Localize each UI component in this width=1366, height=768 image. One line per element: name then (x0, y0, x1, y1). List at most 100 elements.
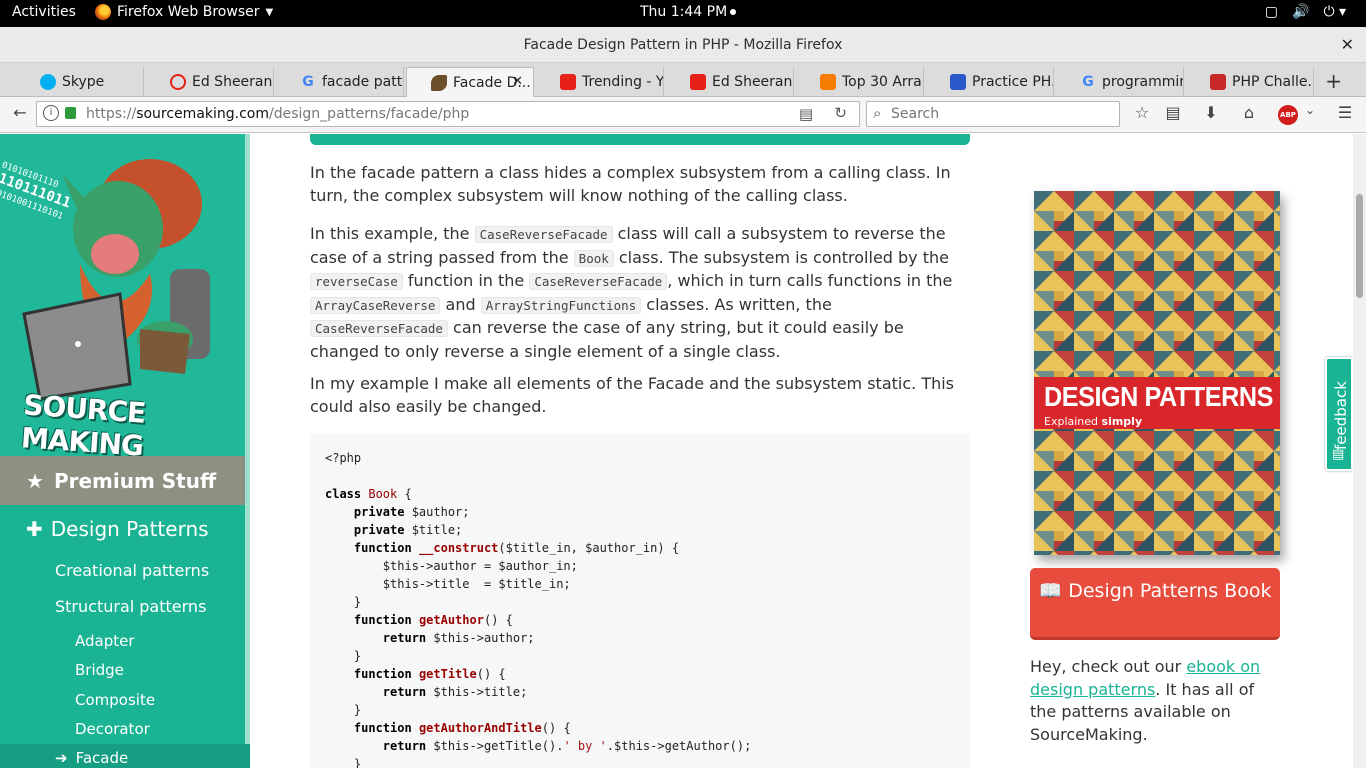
activities-button[interactable]: Activities (12, 4, 76, 20)
sidebar-item-adapter[interactable]: Adapter (75, 632, 135, 650)
static-note-paragraph: In my example I make all elements of the… (310, 374, 955, 416)
sidebar-item-creational[interactable]: Creational patterns (55, 561, 209, 580)
search-box[interactable]: ⌕ (866, 101, 1120, 127)
chevron-down-icon[interactable]: ⌄ (1298, 103, 1322, 127)
tab-practice-php[interactable]: Practice PH... (926, 67, 1054, 97)
code-line: function getTitle() { (353, 667, 506, 681)
code-line: } (325, 703, 362, 717)
reader-view-icon[interactable]: ▤ (799, 105, 813, 123)
feedback-tab[interactable]: feedback ▤ (1325, 357, 1353, 471)
hamburger-menu-icon[interactable]: ☰ (1333, 103, 1357, 127)
scrollbar-thumb[interactable] (1356, 194, 1363, 298)
example-paragraph: In this example, the CaseReverseFacade c… (310, 224, 953, 361)
close-window-button[interactable]: ✕ (1341, 35, 1354, 54)
window-title: Facade Design Pattern in PHP - Mozilla F… (523, 37, 843, 53)
code-line: private $author; (353, 505, 470, 519)
info-icon[interactable]: i (43, 105, 59, 121)
site-sidebar: 01010101110 110111011 0101001110101 SOUR… (0, 134, 250, 768)
inline-code: ArrayStringFunctions (480, 296, 642, 314)
sidebar-item-composite[interactable]: Composite (75, 691, 155, 709)
sidebar-item-bridge[interactable]: Bridge (75, 661, 124, 679)
youtube-icon (690, 74, 706, 90)
history-icon (170, 74, 186, 90)
tab-strip: Skype Ed Sheeran ... Gfacade patte... Fa… (0, 63, 1366, 97)
tab-facade-design[interactable]: Facade D... ✕ (406, 67, 534, 97)
window-icon: ▢ (1264, 4, 1278, 20)
code-block: <?php class Book { private $author; priv… (310, 434, 970, 768)
skype-icon (40, 74, 56, 90)
puzzle-icon: ✚ (26, 517, 43, 541)
code-line: return $this->title; (382, 685, 528, 699)
url-bar[interactable]: i https://sourcemaking.com/design_patter… (36, 101, 860, 127)
tab-skype[interactable]: Skype (16, 67, 144, 97)
youtube-icon (560, 74, 576, 90)
bookmark-star-icon[interactable]: ☆ (1130, 103, 1154, 127)
arrow-right-icon: ➔ (55, 749, 68, 767)
tab-top-30-array[interactable]: Top 30 Arra... (796, 67, 924, 97)
php-challenge-icon (1210, 74, 1226, 90)
lock-icon (65, 107, 76, 119)
back-button[interactable]: ← (8, 103, 32, 127)
home-icon[interactable]: ⌂ (1237, 103, 1261, 127)
scrollbar[interactable] (1353, 134, 1366, 768)
code-line: $this->author = $author_in; (325, 559, 578, 573)
app-menu[interactable]: Firefox Web Browser ▼ (95, 4, 273, 20)
code-line: } (325, 757, 362, 768)
inline-code: CaseReverseFacade (474, 226, 613, 243)
code-icon (950, 74, 966, 90)
sidebar-item-decorator[interactable]: Decorator (75, 720, 150, 738)
search-input[interactable] (891, 104, 1111, 124)
firefox-icon (95, 4, 111, 20)
site-logo[interactable]: 01010101110 110111011 0101001110101 SOUR… (0, 134, 245, 456)
inline-code: CaseReverseFacade (529, 273, 668, 290)
code-line: } (325, 649, 362, 663)
content-header-bar (310, 134, 970, 145)
tab-php-challenge[interactable]: PHP Challe... (1186, 67, 1314, 97)
new-tab-button[interactable]: + (1325, 69, 1342, 93)
tab-trending-youtube[interactable]: Trending - Y... (536, 67, 664, 97)
web-page: 01010101110 110111011 0101001110101 SOUR… (0, 134, 1366, 768)
code-line: $this->title = $title_in; (325, 577, 571, 591)
app-name: Firefox Web Browser (117, 4, 260, 20)
book-subtitle: Explained simply (1044, 415, 1143, 428)
close-tab-icon[interactable]: ✕ (512, 74, 523, 89)
search-icon: ⌕ (873, 104, 882, 122)
url-text: https://sourcemaking.com/design_patterns… (86, 106, 470, 122)
tab-programming[interactable]: Gprogrammin... (1056, 67, 1184, 97)
sidebar-divider (245, 134, 250, 768)
code-line: return $this->author; (382, 631, 535, 645)
google-icon: G (302, 74, 314, 90)
promo-text: Hey, check out our ebook on design patte… (1030, 657, 1261, 744)
code-line: <?php (325, 451, 362, 465)
code-line: function getAuthorAndTitle() { (353, 721, 571, 735)
tab-ed-sheeran-youtube[interactable]: Ed Sheeran ... (666, 67, 794, 97)
navigation-bar: ← i https://sourcemaking.com/design_patt… (0, 97, 1366, 133)
system-tray[interactable]: ▢ 🔊 ⏻ ▾ (1265, 4, 1346, 20)
book-cover-image[interactable]: DESIGN PATTERNS Explained simply (1034, 191, 1280, 555)
feedback-icon: ▤ (1332, 447, 1345, 462)
inline-code: CaseReverseFacade (310, 320, 448, 337)
reading-list-icon[interactable]: ▤ (1161, 103, 1185, 127)
inline-code: reverseCase (310, 273, 403, 290)
volume-icon: 🔊 (1292, 4, 1310, 20)
google-icon: G (1082, 74, 1094, 90)
code-line: } (325, 595, 362, 609)
sourcemaking-icon (431, 74, 447, 91)
adblock-plus-icon[interactable]: ABP (1278, 105, 1298, 125)
clock[interactable]: Thu 1:44 PM (640, 4, 737, 20)
inline-code: Book (573, 249, 614, 267)
inline-code: ArrayCaseReverse (310, 296, 441, 314)
code-line: return $this->getTitle().' by '.$this->g… (382, 739, 752, 753)
tab-facade-search[interactable]: Gfacade patte... (276, 67, 404, 97)
tab-ed-sheeran[interactable]: Ed Sheeran ... (146, 67, 274, 97)
downloads-icon[interactable]: ⬇ (1199, 103, 1223, 127)
reload-icon[interactable]: ↻ (834, 104, 847, 122)
premium-stuff-link[interactable]: ★ Premium Stuff (0, 456, 245, 505)
design-patterns-link[interactable]: ✚ Design Patterns (26, 517, 209, 541)
sidebar-item-structural[interactable]: Structural patterns (55, 597, 206, 616)
design-patterns-book-button[interactable]: 📖 Design Patterns Book (1030, 568, 1280, 640)
book-icon: 📖 (1038, 580, 1069, 602)
sidebar-item-facade[interactable]: ➔ Facade (55, 749, 128, 767)
blogger-icon (820, 74, 836, 90)
